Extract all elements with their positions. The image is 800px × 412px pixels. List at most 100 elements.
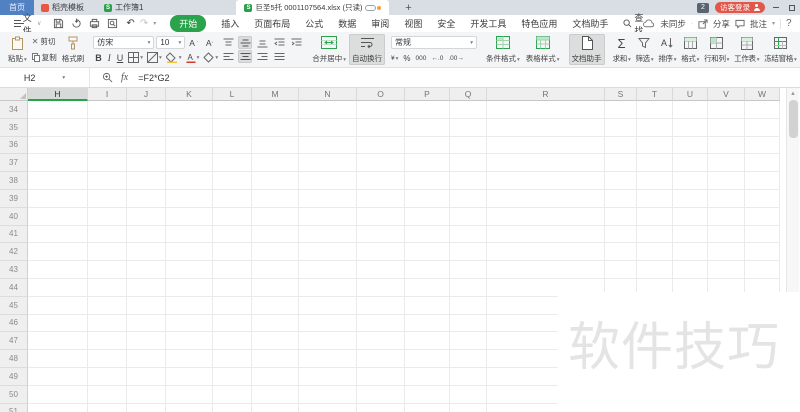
row-header-47[interactable]: 47: [0, 332, 28, 351]
cell-M45[interactable]: [252, 296, 299, 315]
cell-Q35[interactable]: [450, 118, 487, 137]
cell-N36[interactable]: [299, 136, 357, 155]
cell-L47[interactable]: [213, 332, 252, 351]
cell-L41[interactable]: [213, 225, 252, 244]
cell-P45[interactable]: [405, 296, 450, 315]
cell-R37[interactable]: [487, 154, 605, 173]
cell-Q45[interactable]: [450, 296, 487, 315]
formula-input[interactable]: =F2*G2: [138, 73, 169, 83]
row-header-34[interactable]: 34: [0, 101, 28, 119]
column-header-Q[interactable]: Q: [450, 88, 487, 101]
cell-N46[interactable]: [299, 314, 357, 333]
cell-N34[interactable]: [299, 101, 357, 119]
cell-W35[interactable]: [745, 118, 780, 137]
cell-M50[interactable]: [252, 385, 299, 404]
cell-N50[interactable]: [299, 385, 357, 404]
cell-R34[interactable]: [487, 101, 605, 119]
cell-K40[interactable]: [166, 207, 213, 226]
column-header-K[interactable]: K: [166, 88, 213, 101]
cell-L37[interactable]: [213, 154, 252, 173]
cell-H44[interactable]: [28, 278, 88, 297]
cell-V37[interactable]: [708, 154, 745, 173]
cell-M38[interactable]: [252, 172, 299, 190]
cell-P38[interactable]: [405, 172, 450, 190]
cell-P49[interactable]: [405, 367, 450, 386]
cell-P35[interactable]: [405, 118, 450, 137]
insert-function-icon[interactable]: [102, 72, 113, 83]
cell-H43[interactable]: [28, 261, 88, 279]
cell-W36[interactable]: [745, 136, 780, 155]
menu-item[interactable]: 数据: [338, 17, 356, 30]
cell-I43[interactable]: [88, 261, 127, 279]
cell-P37[interactable]: [405, 154, 450, 173]
undo-icon[interactable]: ↶: [126, 18, 134, 29]
align-top-button[interactable]: [221, 36, 235, 49]
cell-I35[interactable]: [88, 118, 127, 137]
menu-item[interactable]: 安全: [437, 17, 455, 30]
comment-icon[interactable]: [735, 19, 745, 29]
row-header-44[interactable]: 44: [0, 278, 28, 297]
doc-assistant-button[interactable]: 文档助手: [568, 34, 605, 65]
cell-N43[interactable]: [299, 261, 357, 279]
print-icon[interactable]: [89, 18, 100, 29]
tool-button-rowcol[interactable]: 行和列▾: [702, 34, 731, 65]
cell-L36[interactable]: [213, 136, 252, 155]
cut-button[interactable]: ✕ 剪切: [30, 35, 59, 48]
cell-K46[interactable]: [166, 314, 213, 333]
percent-format-button[interactable]: %: [403, 54, 410, 63]
cell-L50[interactable]: [213, 385, 252, 404]
cell-J40[interactable]: [127, 207, 166, 226]
row-header-40[interactable]: 40: [0, 207, 28, 226]
cell-L40[interactable]: [213, 207, 252, 226]
cell-S43[interactable]: [605, 261, 637, 279]
cell-style-button[interactable]: ▾: [146, 52, 163, 63]
column-header-U[interactable]: U: [673, 88, 708, 101]
cell-K38[interactable]: [166, 172, 213, 190]
merge-center-button[interactable]: 合并居中▾: [309, 34, 349, 65]
cell-J41[interactable]: [127, 225, 166, 244]
cell-P43[interactable]: [405, 261, 450, 279]
cell-O40[interactable]: [357, 207, 405, 226]
cell-M48[interactable]: [252, 350, 299, 368]
row-header-46[interactable]: 46: [0, 314, 28, 333]
cell-R36[interactable]: [487, 136, 605, 155]
cell-H39[interactable]: [28, 189, 88, 208]
cell-W39[interactable]: [745, 189, 780, 208]
cell-N48[interactable]: [299, 350, 357, 368]
italic-button[interactable]: I: [106, 53, 113, 63]
cell-N47[interactable]: [299, 332, 357, 351]
cell-O44[interactable]: [357, 278, 405, 297]
cell-L45[interactable]: [213, 296, 252, 315]
bold-button[interactable]: B: [93, 53, 104, 63]
cell-W34[interactable]: [745, 101, 780, 119]
tool-button-sort[interactable]: A 排序▾: [656, 34, 678, 65]
cell-H48[interactable]: [28, 350, 88, 368]
column-header-V[interactable]: V: [708, 88, 745, 101]
cell-N38[interactable]: [299, 172, 357, 190]
cell-I50[interactable]: [88, 385, 127, 404]
cell-H40[interactable]: [28, 207, 88, 226]
cell-J47[interactable]: [127, 332, 166, 351]
cell-M47[interactable]: [252, 332, 299, 351]
cell-I42[interactable]: [88, 243, 127, 262]
cell-N44[interactable]: [299, 278, 357, 297]
column-header-R[interactable]: R: [487, 88, 605, 101]
cell-N45[interactable]: [299, 296, 357, 315]
cell-J49[interactable]: [127, 367, 166, 386]
align-middle-button[interactable]: [238, 36, 253, 49]
cell-P44[interactable]: [405, 278, 450, 297]
cell-H36[interactable]: [28, 136, 88, 155]
cell-I48[interactable]: [88, 350, 127, 368]
clear-format-button[interactable]: ▾: [202, 52, 219, 63]
cell-H41[interactable]: [28, 225, 88, 244]
column-header-I[interactable]: I: [88, 88, 127, 101]
cloud-sync-icon[interactable]: [643, 19, 655, 28]
column-header-N[interactable]: N: [299, 88, 357, 101]
cell-O46[interactable]: [357, 314, 405, 333]
cell-H34[interactable]: [28, 101, 88, 119]
cell-O51[interactable]: [357, 403, 405, 412]
cell-O41[interactable]: [357, 225, 405, 244]
caret-down-icon[interactable]: ▾: [153, 20, 156, 27]
notification-badge[interactable]: 2: [697, 2, 709, 13]
cell-K43[interactable]: [166, 261, 213, 279]
